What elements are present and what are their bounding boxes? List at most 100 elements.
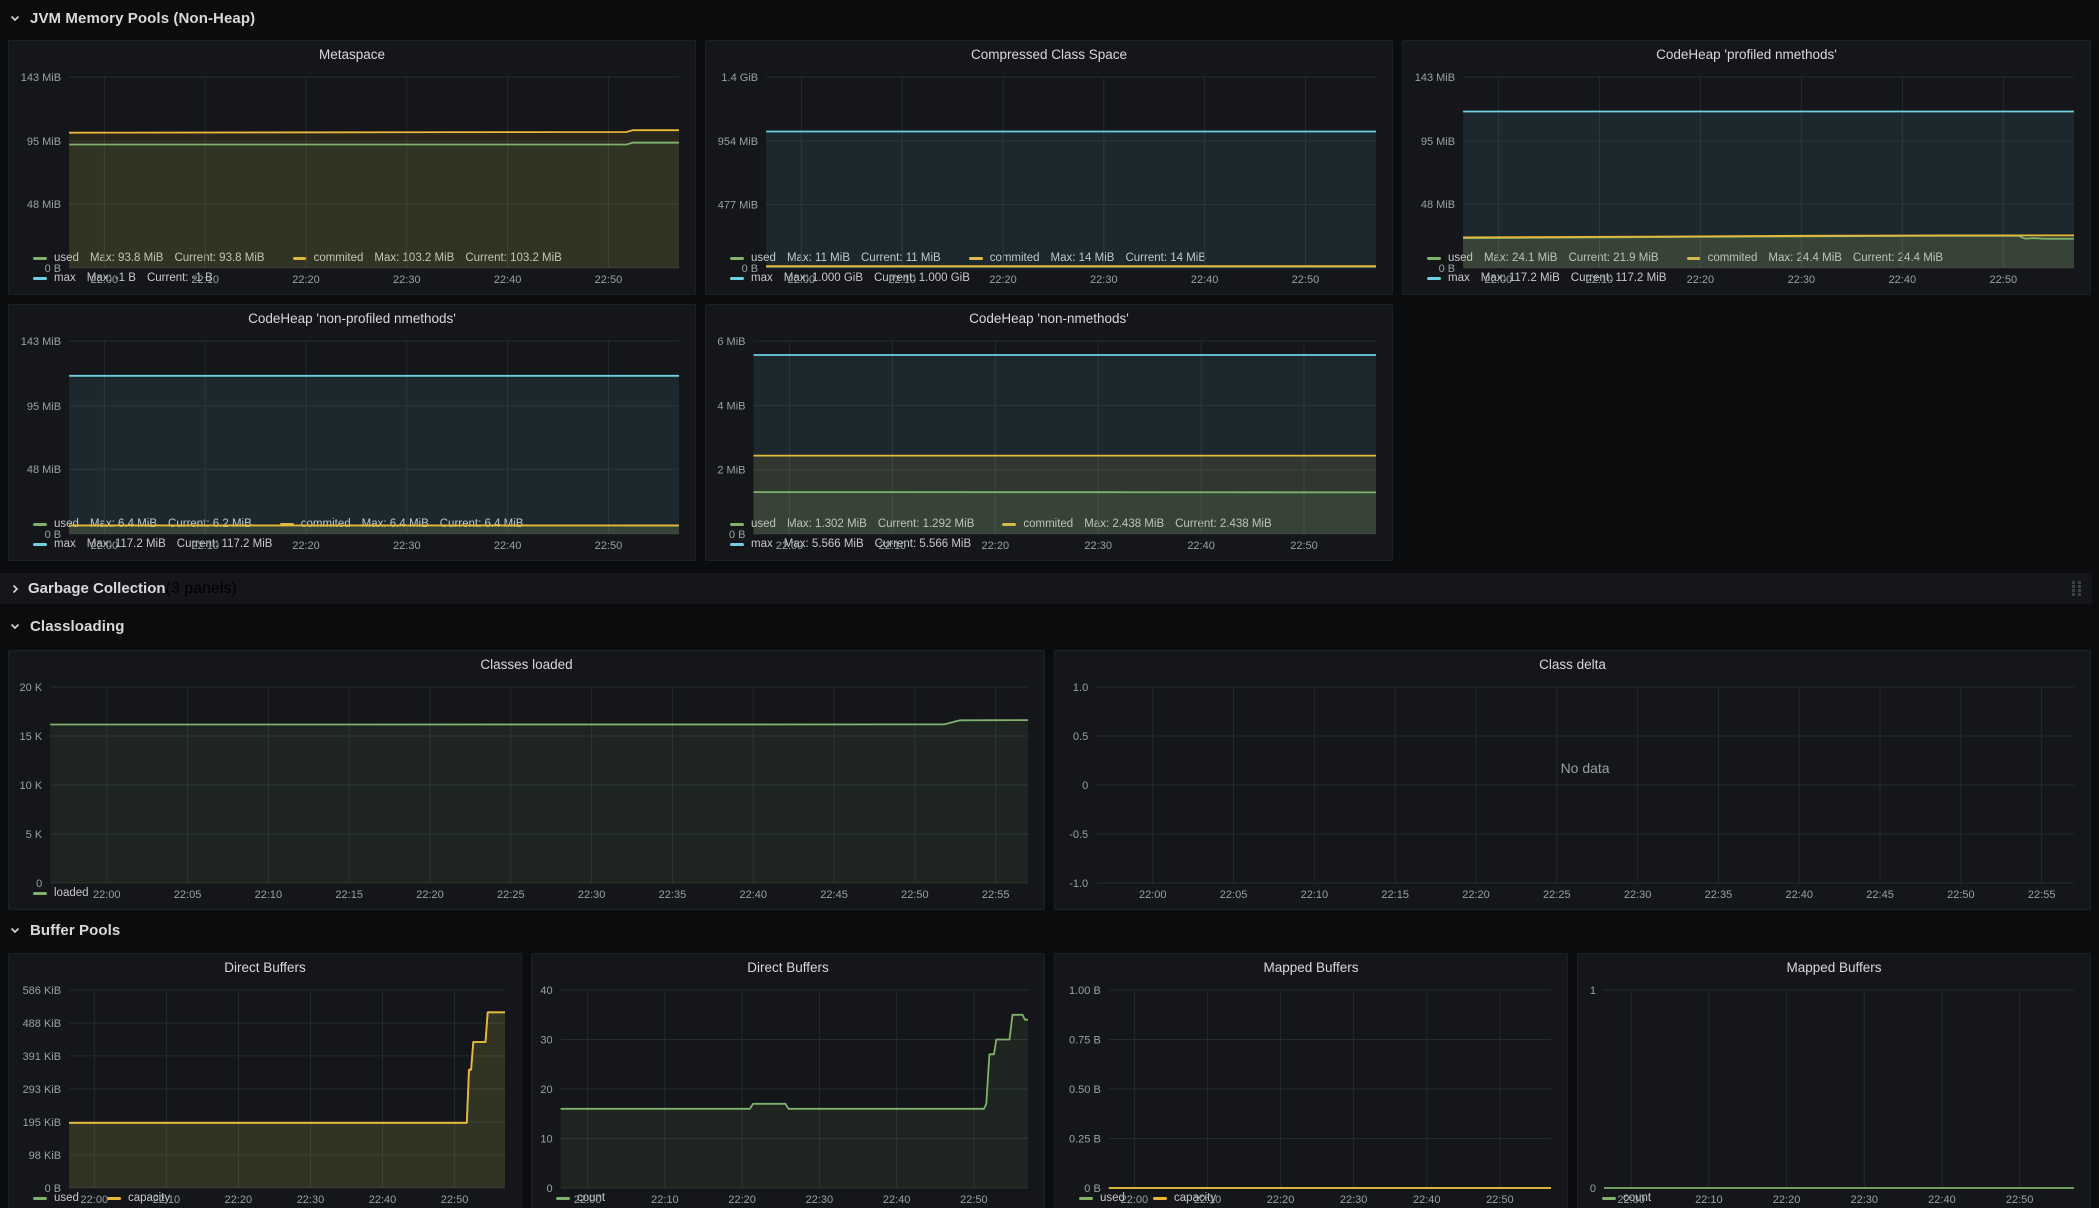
svg-text:22:50: 22:50 <box>1290 540 1318 552</box>
legend <box>1055 903 2090 909</box>
panel-title[interactable]: Direct Buffers <box>532 954 1044 982</box>
panel-title[interactable]: Mapped Buffers <box>1055 954 1567 982</box>
panel-direct-buffers-bytes: Direct Buffers 586 KiB 488 KiB 391 KiB 293 … <box>8 953 522 1208</box>
panel-metaspace: Metaspace 143 MiB95 MiB48 MiB0 B22:0022:… <box>8 40 696 295</box>
svg-text:293 KiB: 293 KiB <box>23 1084 62 1096</box>
svg-text:0.50 B: 0.50 B <box>1069 1084 1101 1096</box>
svg-text:22:40: 22:40 <box>883 1194 911 1206</box>
panel-title[interactable]: CodeHeap 'profiled nmethods' <box>1403 41 2090 69</box>
panel-codeheap-non-nmethods: CodeHeap 'non-nmethods' 6 MiB4 MiB2 MiB0… <box>705 304 1393 561</box>
chart-area[interactable]: 143 MiB95 MiB48 MiB0 B22:0022:1022:2022:… <box>9 333 695 515</box>
chart-area[interactable]: 1.00.50-0.5-1.022:0022:0522:1022:1522:20… <box>1055 679 2090 903</box>
svg-text:22:05: 22:05 <box>174 889 202 901</box>
panel-codeheap-non-profiled-nmethods: CodeHeap 'non-profiled nmethods' 143 MiB… <box>8 304 696 561</box>
svg-text:22:10: 22:10 <box>888 274 916 286</box>
panel-title[interactable]: Compressed Class Space <box>706 41 1392 69</box>
chart-area[interactable]: 40302010022:0022:1022:2022:3022:4022:50 <box>532 982 1044 1189</box>
svg-text:22:20: 22:20 <box>989 274 1017 286</box>
svg-text:488 KiB: 488 KiB <box>23 1018 62 1030</box>
chart-area[interactable]: 1.4 GiB954 MiB477 MiB0 B22:0022:1022:202… <box>706 69 1392 249</box>
panel-count: (3 panels) <box>166 580 237 598</box>
svg-text:22:00: 22:00 <box>1121 1194 1149 1206</box>
svg-text:22:20: 22:20 <box>1687 274 1715 286</box>
chart-svg: 1022:0022:1022:2022:3022:4022:50 <box>1578 982 2090 1208</box>
svg-text:22:30: 22:30 <box>1788 274 1816 286</box>
svg-text:22:40: 22:40 <box>494 540 522 552</box>
svg-text:22:40: 22:40 <box>1889 274 1917 286</box>
svg-text:22:20: 22:20 <box>225 1194 253 1206</box>
svg-text:22:00: 22:00 <box>788 274 816 286</box>
svg-text:22:30: 22:30 <box>297 1194 325 1206</box>
panel-title[interactable]: CodeHeap 'non-profiled nmethods' <box>9 305 695 333</box>
chart-svg: 143 MiB95 MiB48 MiB0 B22:0022:1022:2022:… <box>9 69 695 288</box>
svg-text:4 MiB: 4 MiB <box>717 400 745 412</box>
panel-title[interactable]: CodeHeap 'non-nmethods' <box>706 305 1392 333</box>
svg-text:22:50: 22:50 <box>595 540 623 552</box>
svg-text:22:20: 22:20 <box>1773 1194 1801 1206</box>
chevron-down-icon <box>8 11 22 25</box>
section-title: Garbage Collection <box>28 580 166 597</box>
svg-text:22:30: 22:30 <box>1084 540 1112 552</box>
grafana-dashboard: JVM Memory Pools (Non-Heap) Metaspace 14… <box>0 0 2099 1208</box>
svg-text:22:40: 22:40 <box>1413 1194 1441 1206</box>
svg-text:15 K: 15 K <box>20 731 43 743</box>
svg-text:22:10: 22:10 <box>879 540 907 552</box>
panel-title[interactable]: Mapped Buffers <box>1578 954 2090 982</box>
svg-text:22:25: 22:25 <box>1543 889 1571 901</box>
svg-text:22:50: 22:50 <box>1292 274 1320 286</box>
svg-text:95 MiB: 95 MiB <box>1421 136 1455 148</box>
svg-text:22:00: 22:00 <box>1617 1194 1645 1206</box>
svg-text:22:10: 22:10 <box>1586 274 1614 286</box>
chart-svg: 6 MiB4 MiB2 MiB0 B22:0022:1022:2022:3022… <box>706 333 1392 554</box>
svg-text:143 MiB: 143 MiB <box>1415 72 1455 84</box>
svg-text:22:35: 22:35 <box>1705 889 1733 901</box>
chart-area[interactable]: 1.00 B0.75 B0.50 B0.25 B0 B22:0022:1022:… <box>1055 982 1567 1189</box>
svg-text:22:00: 22:00 <box>91 274 119 286</box>
svg-text:22:30: 22:30 <box>393 274 421 286</box>
row-header-buffer-pools[interactable]: Buffer Pools <box>8 916 120 944</box>
chart-area[interactable]: 6 MiB4 MiB2 MiB0 B22:0022:1022:2022:3022… <box>706 333 1392 515</box>
chart-area[interactable]: 143 MiB95 MiB48 MiB0 B22:0022:1022:2022:… <box>1403 69 2090 249</box>
svg-text:22:00: 22:00 <box>93 889 121 901</box>
row-header-jvm-memory-pools[interactable]: JVM Memory Pools (Non-Heap) <box>8 4 255 32</box>
svg-text:-1.0: -1.0 <box>1069 878 1088 890</box>
svg-text:22:20: 22:20 <box>1267 1194 1295 1206</box>
svg-text:22:50: 22:50 <box>441 1194 469 1206</box>
svg-text:22:10: 22:10 <box>1301 889 1329 901</box>
chart-area[interactable]: 586 KiB488 KiB391 KiB293 KiB195 KiB98 Ki… <box>9 982 521 1189</box>
row-header-classloading[interactable]: Classloading <box>8 612 125 640</box>
svg-text:391 KiB: 391 KiB <box>23 1051 62 1063</box>
panel-title[interactable]: Metaspace <box>9 41 695 69</box>
svg-text:22:50: 22:50 <box>595 274 623 286</box>
svg-text:0 B: 0 B <box>1084 1183 1101 1195</box>
svg-text:143 MiB: 143 MiB <box>21 72 61 84</box>
chevron-right-icon <box>8 582 22 596</box>
row-header-garbage-collection[interactable]: Garbage Collection (3 panels) <box>0 573 2092 604</box>
svg-text:22:35: 22:35 <box>659 889 687 901</box>
svg-text:98 KiB: 98 KiB <box>29 1150 61 1162</box>
panel-title[interactable]: Classes loaded <box>9 651 1044 679</box>
svg-text:5 K: 5 K <box>26 829 43 841</box>
svg-text:20: 20 <box>540 1084 552 1096</box>
svg-text:22:10: 22:10 <box>651 1194 679 1206</box>
svg-text:22:45: 22:45 <box>820 889 848 901</box>
svg-text:22:50: 22:50 <box>1486 1194 1514 1206</box>
svg-text:22:50: 22:50 <box>1947 889 1975 901</box>
panel-title[interactable]: Direct Buffers <box>9 954 521 982</box>
svg-text:10: 10 <box>540 1134 552 1146</box>
svg-text:22:40: 22:40 <box>739 889 767 901</box>
drag-handle-icon[interactable] <box>2071 580 2082 602</box>
svg-text:22:15: 22:15 <box>1381 889 1409 901</box>
chart-svg: 143 MiB95 MiB48 MiB0 B22:0022:1022:2022:… <box>9 333 695 554</box>
svg-text:22:40: 22:40 <box>1928 1194 1956 1206</box>
chart-area[interactable]: 143 MiB95 MiB48 MiB0 B22:0022:1022:2022:… <box>9 69 695 249</box>
svg-text:22:30: 22:30 <box>578 889 606 901</box>
svg-text:586 KiB: 586 KiB <box>23 985 62 997</box>
chart-area[interactable]: 20 K15 K10 K5 K022:0022:0522:1022:1522:2… <box>9 679 1044 884</box>
svg-text:30: 30 <box>540 1035 552 1047</box>
panel-title[interactable]: Class delta <box>1055 651 2090 679</box>
svg-text:20 K: 20 K <box>20 682 43 694</box>
chart-area[interactable]: 1022:0022:1022:2022:3022:4022:50 <box>1578 982 2090 1189</box>
chart-svg: 586 KiB488 KiB391 KiB293 KiB195 KiB98 Ki… <box>9 982 521 1208</box>
svg-text:48 MiB: 48 MiB <box>27 464 61 476</box>
